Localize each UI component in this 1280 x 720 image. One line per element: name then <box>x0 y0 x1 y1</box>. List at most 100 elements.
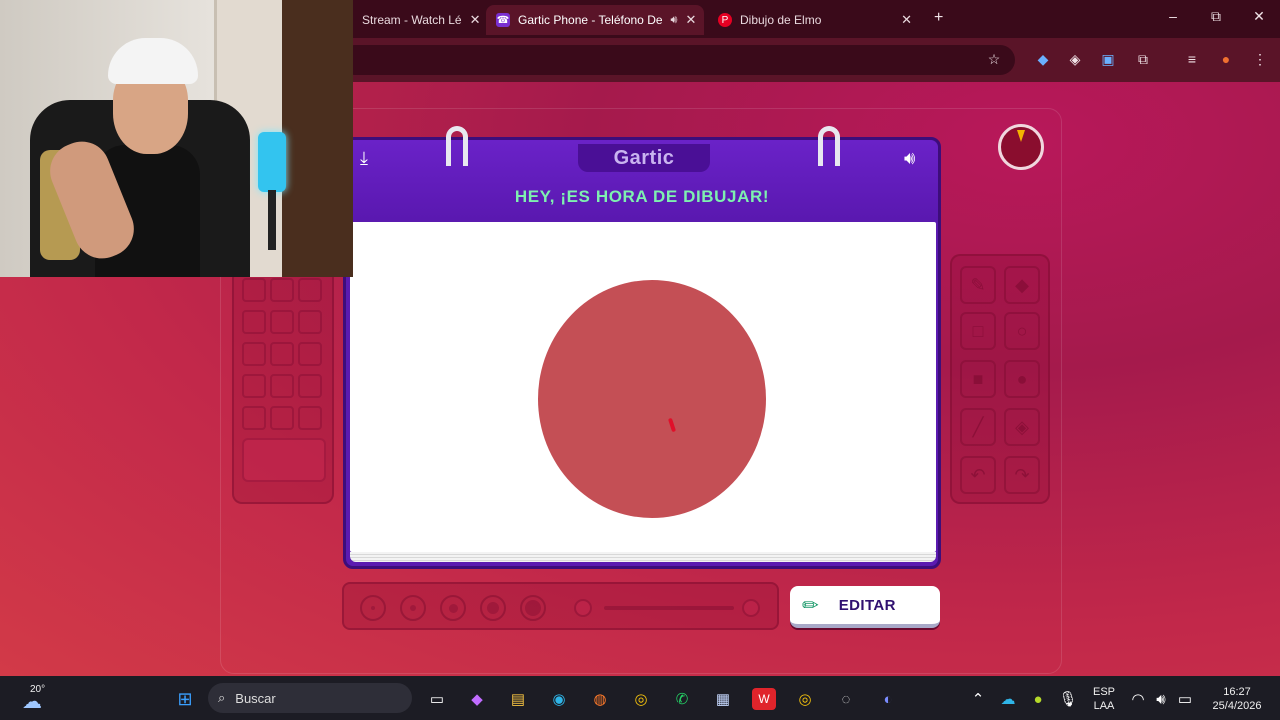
brush-size-4[interactable] <box>480 595 506 621</box>
phone-icon: ☎ <box>496 13 510 27</box>
tab-dibujo-elmo[interactable]: P Dibujo de Elmo ✕ <box>708 5 922 35</box>
tab-gartic-title: Gartic Phone - Teléfono De <box>518 13 663 27</box>
copilot-icon[interactable]: ◆ <box>465 688 489 710</box>
whatsapp-icon[interactable]: ✆ <box>670 688 694 710</box>
store-icon[interactable]: ▦ <box>711 688 735 710</box>
redo-icon[interactable]: ↷ <box>1004 456 1040 494</box>
line-tool-icon[interactable]: ╱ <box>960 408 996 446</box>
opacity-slider-knob[interactable] <box>742 599 760 617</box>
firefox-icon[interactable]: ◍ <box>588 688 612 710</box>
discord-icon[interactable]: ◐ <box>876 688 900 710</box>
edit-button-label: EDITAR <box>838 596 896 614</box>
tray-app-icon[interactable]: ● <box>1026 688 1050 710</box>
language-line2: LAA <box>1093 700 1115 712</box>
color-swatch[interactable] <box>242 278 266 302</box>
speaker-icon[interactable]: 🔊︎ <box>671 14 678 27</box>
brush-size-3[interactable] <box>440 595 466 621</box>
drawing-tools-panel: ✎ ◆ □ ○ ■ ● ╱ ◈ ↶ ↷ <box>950 254 1050 504</box>
webcam-overlay <box>0 0 353 277</box>
rectangle-fill-tool-icon[interactable]: ■ <box>960 360 996 398</box>
volume-icon[interactable]: 🔊︎ <box>904 148 915 169</box>
color-swatch[interactable] <box>242 406 266 430</box>
wifi-icon[interactable]: ◠ <box>1126 688 1150 710</box>
fill-bucket-tool-icon[interactable]: ◈ <box>1004 408 1040 446</box>
file-explorer-icon[interactable]: ▤ <box>506 688 530 710</box>
notebook-page-edge <box>350 552 936 562</box>
rectangle-outline-tool-icon[interactable]: □ <box>960 312 996 350</box>
color-swatch[interactable] <box>298 342 322 366</box>
color-swatch[interactable] <box>242 342 266 366</box>
color-swatch[interactable] <box>270 406 294 430</box>
brush-size-1[interactable] <box>360 595 386 621</box>
close-icon[interactable]: ✕ <box>901 12 912 28</box>
color-swatch[interactable] <box>242 374 266 398</box>
onedrive-icon[interactable]: ☁ <box>996 688 1020 710</box>
windows-start-icon[interactable]: ⊞ <box>173 688 197 710</box>
tab-gartic-phone[interactable]: ☎ Gartic Phone - Teléfono De 🔊︎ ✕ <box>486 5 704 35</box>
restore-icon[interactable]: ⧉ <box>1206 8 1226 25</box>
page-title: HEY, ¡ES HORA DE DIBUJAR! <box>514 187 770 206</box>
clock[interactable]: 16:27 25/4/2026 <box>1206 685 1268 713</box>
language-indicator[interactable]: ESP LAA <box>1090 685 1118 713</box>
circle-fill-tool-icon[interactable]: ● <box>1004 360 1040 398</box>
microphone-icon[interactable]: 🎙︎ <box>1056 688 1080 710</box>
tray-overflow-icon[interactable]: ⌃ <box>966 688 990 710</box>
menu-kebab-icon[interactable]: ⋮ <box>1249 48 1271 70</box>
extension-off-icon[interactable]: ▣ <box>1097 48 1119 70</box>
battery-icon[interactable]: ▭ <box>1173 688 1197 710</box>
circle-outline-tool-icon[interactable]: ○ <box>1004 312 1040 350</box>
color-swatch[interactable] <box>298 406 322 430</box>
pencil-tool-icon[interactable]: ✎ <box>960 266 996 304</box>
color-swatch[interactable] <box>270 310 294 334</box>
selected-color-swatch[interactable] <box>242 438 326 482</box>
color-swatch[interactable] <box>242 310 266 334</box>
window-close-icon[interactable]: ✕ <box>1249 8 1269 25</box>
webcam-door-frame <box>282 0 353 277</box>
color-swatch[interactable] <box>270 278 294 302</box>
color-swatch[interactable] <box>298 278 322 302</box>
taskbar-search[interactable]: ⌕ Buscar <box>208 683 412 713</box>
chrome-active-icon[interactable]: ◎ <box>793 688 817 710</box>
opacity-slider[interactable] <box>604 606 734 610</box>
close-icon[interactable]: ✕ <box>685 12 696 28</box>
drawing-notebook: Gartic ⤓ 🔊︎ HEY, ¡ES HORA DE DIBUJAR! <box>343 126 941 569</box>
drawing-canvas[interactable] <box>350 222 936 552</box>
eraser-tool-icon[interactable]: ◆ <box>1004 266 1040 304</box>
volume-tray-icon[interactable]: 🔊︎ <box>1149 688 1173 710</box>
pencil-icon: ✏︎ <box>802 594 819 617</box>
wps-office-icon[interactable]: W <box>752 688 776 710</box>
tab-stream[interactable]: Stream - Watch Lé ✕ <box>352 5 482 35</box>
color-swatch[interactable] <box>270 374 294 398</box>
edge-icon[interactable]: ◉ <box>547 688 571 710</box>
extension-diamond-icon[interactable]: ◈ <box>1064 48 1086 70</box>
webcam-mic-stand <box>268 190 276 250</box>
gartic-logo: Gartic <box>578 144 710 172</box>
binder-ring <box>818 126 840 166</box>
extensions-puzzle-icon[interactable]: ⧉ <box>1132 48 1154 70</box>
extension-icon[interactable]: ◆ <box>1032 48 1054 70</box>
task-view-icon[interactable]: ▭ <box>425 688 449 710</box>
profile-avatar-icon[interactable]: ● <box>1215 48 1237 70</box>
webcam-microphone <box>258 132 286 192</box>
media-queue-icon[interactable]: ≡ <box>1181 48 1203 70</box>
download-icon[interactable]: ⤓ <box>360 148 368 169</box>
close-icon[interactable]: ✕ <box>470 12 481 28</box>
binder-ring <box>446 126 468 166</box>
drawn-circle <box>538 280 766 518</box>
color-swatch[interactable] <box>270 342 294 366</box>
address-bar[interactable] <box>340 45 1015 75</box>
color-swatch[interactable] <box>298 374 322 398</box>
opacity-min-knob[interactable] <box>574 599 592 617</box>
minimize-icon[interactable]: – <box>1163 8 1183 24</box>
obs-icon[interactable]: ◌ <box>834 688 858 710</box>
new-tab-icon[interactable]: + <box>934 9 943 27</box>
undo-icon[interactable]: ↶ <box>960 456 996 494</box>
brush-size-5[interactable] <box>520 595 546 621</box>
search-icon: ⌕ <box>218 690 226 705</box>
edit-button[interactable]: ✏︎ EDITAR <box>790 586 940 628</box>
color-swatch[interactable] <box>298 310 322 334</box>
brush-size-2[interactable] <box>400 595 426 621</box>
bookmark-star-icon[interactable]: ☆ <box>983 48 1005 70</box>
chrome-icon[interactable]: ◎ <box>629 688 653 710</box>
color-palette-panel <box>232 268 334 504</box>
